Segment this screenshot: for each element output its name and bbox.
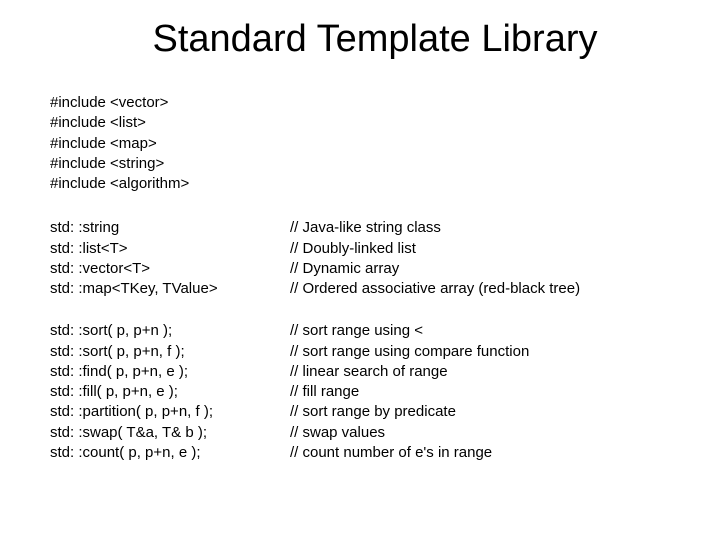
include-line: #include <list> [50,113,670,133]
include-line: #include <string> [50,154,670,174]
slide-title: Standard Template Library [80,18,670,61]
func-comment: // sort range by predicate [290,402,670,422]
types-block: std: :string // Java-like string class s… [50,218,670,299]
include-line: #include <vector> [50,93,670,113]
func-comment: // count number of e's in range [290,443,670,463]
type-comment: // Doubly-linked list [290,239,670,259]
func-comment: // linear search of range [290,362,670,382]
type-name: std: :list<T> [50,239,290,259]
func-signature: std: :sort( p, p+n ); [50,321,290,341]
func-signature: std: :partition( p, p+n, f ); [50,402,290,422]
slide: Standard Template Library #include <vect… [0,0,720,505]
func-row: std: :partition( p, p+n, f ); // sort ra… [50,402,670,422]
type-comment: // Ordered associative array (red-black … [290,279,670,299]
include-line: #include <map> [50,134,670,154]
func-row: std: :swap( T&a, T& b ); // swap values [50,423,670,443]
func-row: std: :count( p, p+n, e ); // count numbe… [50,443,670,463]
type-comment: // Java-like string class [290,218,670,238]
type-name: std: :vector<T> [50,259,290,279]
type-row: std: :vector<T> // Dynamic array [50,259,670,279]
type-name: std: :map<TKey, TValue> [50,279,290,299]
type-row: std: :string // Java-like string class [50,218,670,238]
functions-block: std: :sort( p, p+n ); // sort range usin… [50,321,670,463]
type-comment: // Dynamic array [290,259,670,279]
func-signature: std: :count( p, p+n, e ); [50,443,290,463]
type-row: std: :list<T> // Doubly-linked list [50,239,670,259]
func-row: std: :fill( p, p+n, e ); // fill range [50,382,670,402]
type-row: std: :map<TKey, TValue> // Ordered assoc… [50,279,670,299]
func-signature: std: :fill( p, p+n, e ); [50,382,290,402]
func-comment: // sort range using < [290,321,670,341]
func-comment: // swap values [290,423,670,443]
type-name: std: :string [50,218,290,238]
include-line: #include <algorithm> [50,174,670,194]
func-row: std: :find( p, p+n, e ); // linear searc… [50,362,670,382]
func-signature: std: :find( p, p+n, e ); [50,362,290,382]
include-block: #include <vector> #include <list> #inclu… [50,93,670,194]
func-row: std: :sort( p, p+n, f ); // sort range u… [50,342,670,362]
func-comment: // sort range using compare function [290,342,670,362]
func-signature: std: :swap( T&a, T& b ); [50,423,290,443]
func-comment: // fill range [290,382,670,402]
func-row: std: :sort( p, p+n ); // sort range usin… [50,321,670,341]
func-signature: std: :sort( p, p+n, f ); [50,342,290,362]
